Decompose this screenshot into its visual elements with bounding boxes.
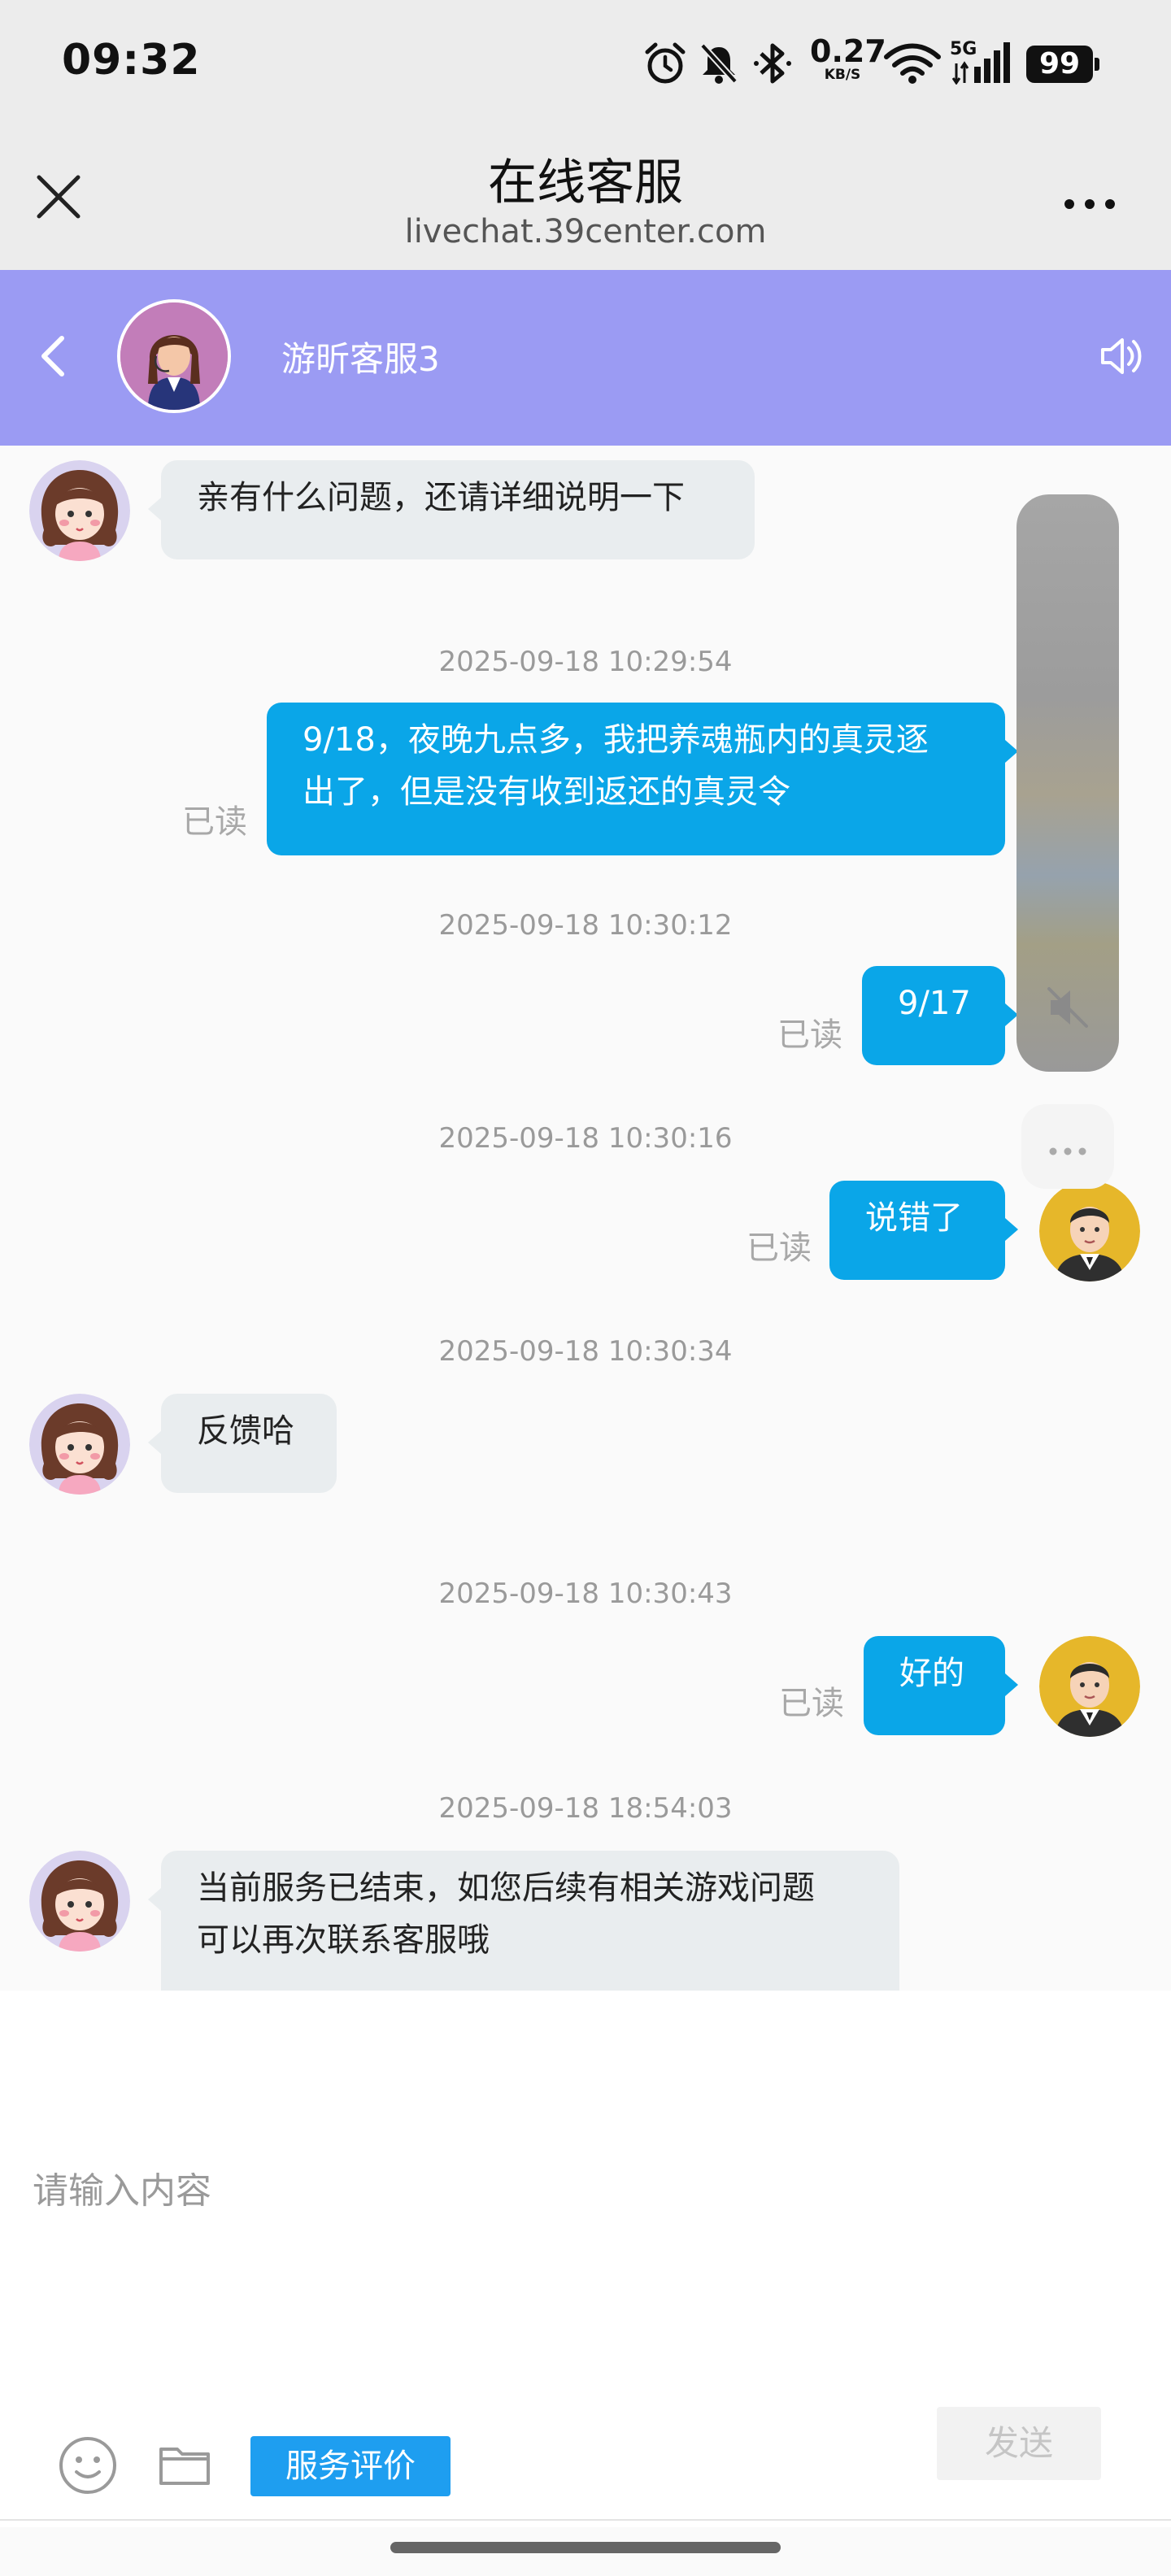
outgoing-message-bubble: 9/17 [862,966,1018,1065]
outgoing-message-bubble: 说错了 [829,1181,1018,1280]
message-timestamp: 2025-09-18 10:29:54 [438,646,733,678]
cartoon-man-avatar-icon [1039,1181,1140,1281]
agent-message-avatar[interactable] [29,460,130,561]
message-timestamp: 2025-09-18 10:30:16 [438,1122,733,1155]
more-options-button[interactable] [1049,174,1130,223]
rate-service-button[interactable]: 服务评价 [250,2436,451,2496]
message-text-line: 出了，但是没有收到返还的真灵令 [303,773,790,811]
cartoon-girl-avatar-icon [29,1394,130,1495]
message-text-line: 可以再次联系客服哦 [197,1921,490,1959]
speaker-button[interactable] [1098,333,1143,379]
cartoon-girl-avatar-icon [29,1851,130,1952]
message-input[interactable] [31,2161,1140,2220]
more-icon [1064,199,1115,209]
cartoon-man-avatar-icon [1039,1636,1140,1737]
folder-button[interactable] [158,2438,211,2491]
incoming-message-bubble: 反馈哈 [148,1394,337,1493]
read-status: 已读 [779,1685,844,1722]
page-title: 在线客服 [488,154,683,211]
user-message-avatar[interactable] [1039,1636,1140,1737]
cartoon-girl-avatar-icon [29,460,130,561]
agent-message-avatar[interactable] [29,1851,130,1952]
network-speed-value: 0.27 [810,33,886,69]
incoming-message-bubble: 亲有什么问题，还请详细说明一下 [148,460,755,559]
agent-avatar[interactable] [117,299,231,413]
message-timestamp: 2025-09-18 10:30:34 [438,1335,733,1368]
status-time: 09:32 [62,36,201,85]
outgoing-message-bubble: 好的 [864,1636,1018,1735]
message-timestamp: 2025-09-18 10:30:43 [438,1577,733,1610]
battery-indicator: 99 [1026,46,1099,83]
message-text-line: 9/18，夜晚九点多，我把养魂瓶内的真灵逐 [303,721,929,759]
agent-message-avatar[interactable] [29,1394,130,1495]
read-status: 已读 [777,1016,842,1054]
bell-muted-icon [700,43,738,84]
page-url: livechat.39center.com [404,213,767,250]
divider [0,2519,1171,2521]
network-speed: 0.27 KB/S [810,33,886,83]
incoming-message-bubble: 当前服务已结束，如您后续有相关游戏问题 可以再次联系客服哦 [148,1851,899,1991]
message-timestamp: 2025-09-18 10:30:12 [438,909,733,942]
message-text-line: 当前服务已结束，如您后续有相关游戏问题 [197,1869,815,1907]
back-button[interactable] [33,330,75,382]
more-icon [1049,1147,1086,1155]
outgoing-message-bubble: 9/18，夜晚九点多，我把养魂瓶内的真灵逐 出了，但是没有收到返还的真灵令 [267,703,1018,855]
floating-more-button[interactable] [1021,1104,1114,1189]
agent-name: 游昕客服3 [281,339,440,379]
volume-mute-icon[interactable] [1041,981,1095,1034]
bluetooth-icon [754,43,791,84]
user-message-avatar[interactable] [1039,1181,1140,1281]
network-speed-unit: KB/S [824,67,861,83]
read-status: 已读 [182,803,247,841]
wifi-icon [884,43,941,84]
agent-headset-avatar-icon [120,302,228,410]
alarm-icon [645,42,686,84]
signal-icon [951,42,1010,85]
send-button[interactable]: 发送 [937,2407,1101,2480]
emoji-button[interactable] [57,2435,119,2496]
message-timestamp: 2025-09-18 18:54:03 [438,1792,733,1825]
read-status: 已读 [747,1229,812,1267]
gesture-nav-handle[interactable] [390,2542,781,2553]
